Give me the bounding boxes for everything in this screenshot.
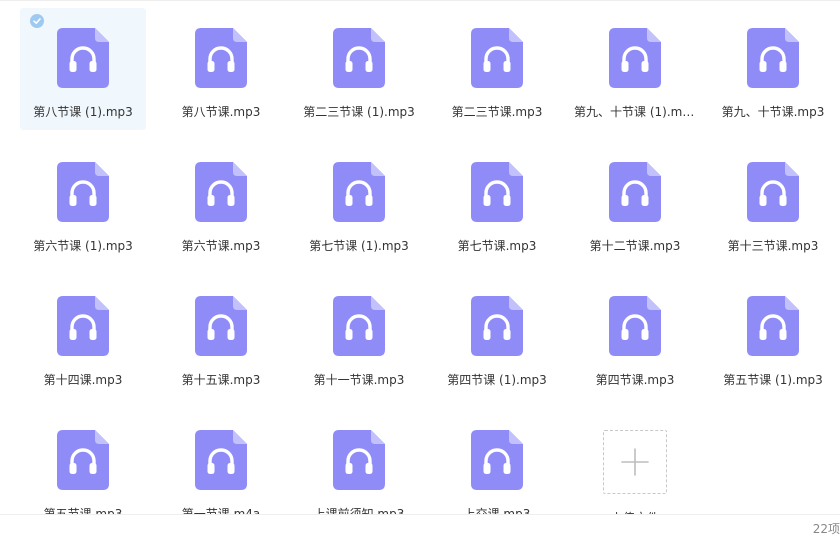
- file-name: 第四节课 (1).mp3: [447, 373, 547, 387]
- file-item[interactable]: 第五节课 (1).mp3: [710, 276, 836, 398]
- selected-check-icon[interactable]: [30, 14, 44, 28]
- file-item[interactable]: 第六节课.mp3: [158, 142, 284, 264]
- file-name: 第四节课.mp3: [595, 373, 675, 387]
- audio-file-icon: [471, 430, 523, 490]
- audio-file-icon: [747, 28, 799, 88]
- file-item[interactable]: 第八节课.mp3: [158, 8, 284, 130]
- file-grid: 第八节课 (1).mp3 第八节课.mp3 第二三节课 (1).mp3 第二三节课.m…: [14, 8, 840, 514]
- file-name: 上课前须知.mp3: [313, 507, 405, 514]
- audio-file-icon: [471, 162, 523, 222]
- file-item[interactable]: 第十三节课.mp3: [710, 142, 836, 264]
- audio-file-icon: [333, 430, 385, 490]
- file-name: 第七节课.mp3: [457, 239, 537, 253]
- file-name: 第九、十节课.mp3: [721, 105, 825, 119]
- file-name: 第十二节课.mp3: [589, 239, 681, 253]
- file-name: 第十三节课.mp3: [727, 239, 819, 253]
- item-count: 22项: [812, 522, 840, 536]
- audio-file-icon: [609, 162, 661, 222]
- file-item[interactable]: 第四节课 (1).mp3: [434, 276, 560, 398]
- file-item[interactable]: 第四节课.mp3: [572, 276, 698, 398]
- audio-file-icon: [195, 28, 247, 88]
- file-name: 第六节课.mp3: [181, 239, 261, 253]
- file-name: 第二三节课 (1).mp3: [303, 105, 415, 119]
- audio-file-icon: [609, 296, 661, 356]
- file-name: 第八节课.mp3: [181, 105, 261, 119]
- file-manager-window: 第八节课 (1).mp3 第八节课.mp3 第二三节课 (1).mp3 第二三节课.m…: [0, 0, 840, 540]
- file-item[interactable]: 第五节课.mp3: [20, 410, 146, 514]
- file-name: 第十五课.mp3: [181, 373, 261, 387]
- audio-file-icon: [57, 430, 109, 490]
- upload-tile[interactable]: [603, 430, 667, 494]
- plus-icon: [621, 448, 649, 476]
- file-item[interactable]: 第九、十节课.mp3: [710, 8, 836, 130]
- audio-file-icon: [57, 28, 109, 88]
- file-item[interactable]: 第八节课 (1).mp3: [20, 8, 146, 130]
- status-bar: 22项: [0, 514, 840, 540]
- file-item[interactable]: 第六节课 (1).mp3: [20, 142, 146, 264]
- file-item[interactable]: 上课前须知.mp3: [296, 410, 422, 514]
- audio-file-icon: [609, 28, 661, 88]
- file-name: 第十一节课.mp3: [313, 373, 405, 387]
- file-name: 第六节课 (1).mp3: [33, 239, 133, 253]
- file-item[interactable]: 第二三节课 (1).mp3: [296, 8, 422, 130]
- file-name: 第二三节课.mp3: [451, 105, 543, 119]
- file-item[interactable]: 第九、十节课 (1).mp3: [572, 8, 698, 130]
- file-item[interactable]: 第七节课 (1).mp3: [296, 142, 422, 264]
- file-name: 第七节课 (1).mp3: [309, 239, 409, 253]
- audio-file-icon: [57, 296, 109, 356]
- file-name: 上交课.mp3: [463, 507, 531, 514]
- file-name: 第五节课 (1).mp3: [723, 373, 823, 387]
- audio-file-icon: [747, 162, 799, 222]
- file-item[interactable]: 第一节课.m4a: [158, 410, 284, 514]
- file-item[interactable]: 第十二节课.mp3: [572, 142, 698, 264]
- file-item[interactable]: 第十四课.mp3: [20, 276, 146, 398]
- audio-file-icon: [471, 28, 523, 88]
- audio-file-icon: [195, 430, 247, 490]
- audio-file-icon: [333, 162, 385, 222]
- upload-file-button[interactable]: 上传文件: [572, 410, 698, 514]
- audio-file-icon: [471, 296, 523, 356]
- file-name: 第一节课.m4a: [181, 507, 261, 514]
- audio-file-icon: [747, 296, 799, 356]
- audio-file-icon: [195, 162, 247, 222]
- file-item[interactable]: 上交课.mp3: [434, 410, 560, 514]
- file-item[interactable]: 第二三节课.mp3: [434, 8, 560, 130]
- audio-file-icon: [57, 162, 109, 222]
- file-name: 第十四课.mp3: [43, 373, 123, 387]
- file-name: 第八节课 (1).mp3: [33, 105, 133, 119]
- top-divider: [0, 0, 840, 1]
- file-item[interactable]: 第十五课.mp3: [158, 276, 284, 398]
- file-name: 第五节课.mp3: [43, 507, 123, 514]
- audio-file-icon: [333, 28, 385, 88]
- file-item[interactable]: 第十一节课.mp3: [296, 276, 422, 398]
- audio-file-icon: [333, 296, 385, 356]
- file-name: 第九、十节课 (1).mp3: [574, 105, 696, 119]
- file-item[interactable]: 第七节课.mp3: [434, 142, 560, 264]
- audio-file-icon: [195, 296, 247, 356]
